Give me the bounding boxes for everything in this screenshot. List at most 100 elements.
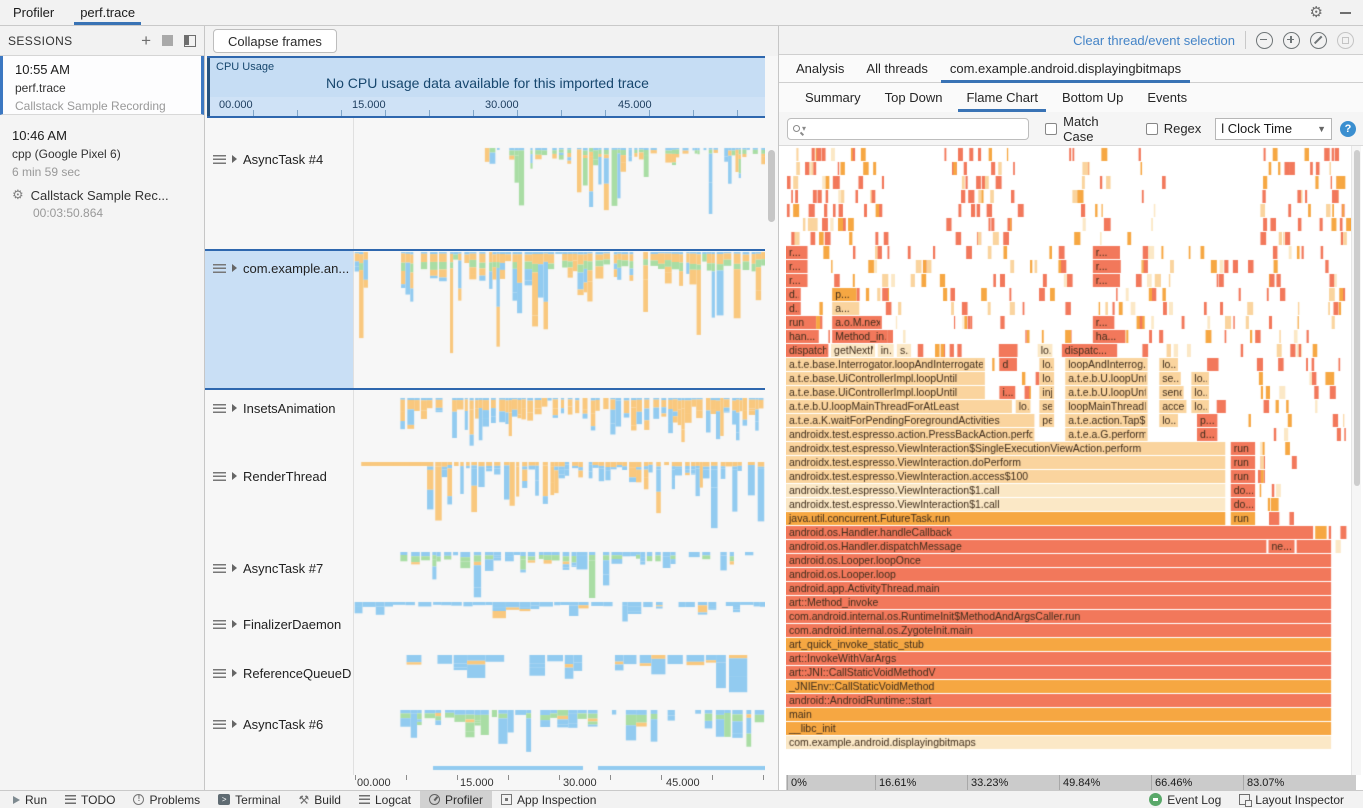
status-bar: Run TODO Problems Terminal Build Logcat … [0,790,1363,808]
expand-arrow-icon[interactable] [232,472,237,480]
expand-arrow-icon[interactable] [232,620,237,628]
drag-handle-icon[interactable] [213,620,226,629]
flame-percent-axis: 0% 16.61% 33.23% 49.84% 66.46% 83.07% [786,775,1356,790]
ruler-tick-label: 00.000 [219,99,253,111]
sessions-title: SESSIONS [8,34,73,48]
drag-handle-icon[interactable] [213,472,226,481]
statusbar-build[interactable]: Build [290,791,350,808]
collapse-frames-button[interactable]: Collapse frames [213,29,337,53]
clear-selection-link[interactable]: Clear thread/event selection [1073,33,1235,48]
subtab-bottom-up[interactable]: Bottom Up [1050,83,1135,112]
thread-row-asynctask7[interactable]: AsyncTask #7 [205,559,353,577]
expand-arrow-icon[interactable] [232,564,237,572]
tab-process[interactable]: com.example.android.displayingbitmaps [939,55,1192,82]
recording-label: Callstack Sample Rec... [31,188,169,203]
statusbar-run[interactable]: Run [4,791,56,808]
expand-arrow-icon[interactable] [232,720,237,728]
thread-row-insetsanimation[interactable]: InsetsAnimation [205,399,353,417]
statusbar-problems[interactable]: Problems [124,791,209,808]
drag-handle-icon[interactable] [213,669,226,678]
subtab-flame-chart[interactable]: Flame Chart [954,83,1050,112]
percent-tick-label: 66.46% [1155,777,1192,789]
drag-handle-icon[interactable] [213,264,226,273]
expand-arrow-icon[interactable] [232,404,237,412]
expand-arrow-icon[interactable] [232,264,237,272]
chevron-down-icon: ▼ [1317,124,1326,134]
statusbar-app-inspection[interactable]: App Inspection [492,791,605,808]
subtab-summary[interactable]: Summary [793,83,873,112]
terminal-icon [218,794,230,805]
clock-type-dropdown[interactable]: l Clock Time ▼ [1215,118,1332,140]
stop-session-icon[interactable] [162,35,173,46]
problems-icon [133,794,144,805]
percent-tick-label: 33.23% [971,777,1008,789]
thread-row-asynctask4[interactable]: AsyncTask #4 [205,150,353,168]
tab-analysis[interactable]: Analysis [785,55,855,82]
statusbar-event-log[interactable]: Event Log [1140,791,1230,808]
timeline-toolbar: Collapse frames [205,26,778,56]
drag-handle-icon[interactable] [213,404,226,413]
search-field[interactable]: ▾ [787,118,1029,140]
statusbar-logcat[interactable]: Logcat [350,791,420,808]
session-recording-item[interactable]: ⚙ Callstack Sample Rec... [12,188,204,203]
event-log-icon [1149,793,1162,806]
settings-gear-icon[interactable]: ⚙ [1310,5,1323,20]
statusbar-todo[interactable]: TODO [56,791,124,808]
statusbar-profiler[interactable]: Profiler [420,791,492,808]
recording-duration: 00:03:50.864 [33,206,204,220]
statusbar-terminal[interactable]: Terminal [209,791,289,808]
flame-scrollbar-thumb[interactable] [1354,150,1360,486]
axis-tick-label: 00.000 [357,777,391,789]
session-item[interactable]: 10:46 AM cpp (Google Pixel 6) 6 min 59 s… [0,116,204,221]
flame-scrollbar[interactable] [1351,146,1361,775]
flame-chart [779,146,1363,775]
match-case-checkbox[interactable] [1045,123,1057,135]
expand-arrow-icon[interactable] [232,155,237,163]
tab-perf-trace[interactable]: perf.trace [67,0,148,25]
selected-thread-border-bottom [205,388,765,390]
expand-arrow-icon[interactable] [232,669,237,677]
zoom-in-icon[interactable] [1283,32,1300,49]
drag-handle-icon[interactable] [213,155,226,164]
profiler-window: Profiler perf.trace ⚙ SESSIONS + 10:55 A… [0,0,1363,808]
zoom-out-icon[interactable] [1256,32,1273,49]
help-icon[interactable]: ? [1340,121,1356,137]
thread-row-finalizerdaemon[interactable]: FinalizerDaemon [205,615,353,633]
match-case-label: Match Case [1063,114,1132,144]
timeline-scrollbar-thumb[interactable] [768,150,775,222]
session-desc: 6 min 59 sec [12,165,204,179]
thread-row-main-selected[interactable]: com.example.an... [205,259,353,277]
search-input[interactable] [808,120,1023,138]
zoom-to-selection-icon[interactable] [1337,32,1354,49]
thread-row-asynctask6[interactable]: AsyncTask #6 [205,715,353,733]
cpu-usage-banner[interactable]: CPU Usage No CPU usage data available fo… [207,58,765,97]
percent-tick-label: 49.84% [1063,777,1100,789]
subtab-top-down[interactable]: Top Down [873,83,955,112]
build-icon [299,794,310,806]
search-options-caret-icon[interactable]: ▾ [802,125,806,133]
axis-tick-label: 15.000 [460,777,494,789]
time-ruler[interactable]: 00.000 15.000 30.000 45.000 [207,97,765,116]
selected-thread-border-top [205,249,765,251]
timeline-panel: Collapse frames CPU Usage No CPU usage d… [205,26,778,790]
reset-zoom-icon[interactable] [1310,32,1327,49]
session-item-selected[interactable]: 10:55 AM perf.trace Callstack Sample Rec… [0,56,204,115]
session-name: cpp (Google Pixel 6) [12,147,204,161]
statusbar-layout-inspector[interactable]: Layout Inspector [1230,791,1353,808]
subtab-events[interactable]: Events [1135,83,1199,112]
axis-tick-label: 45.000 [666,777,700,789]
tab-all-threads[interactable]: All threads [855,55,938,82]
thread-activity-canvas[interactable] [353,118,765,775]
collapse-panel-icon[interactable] [184,35,196,47]
thread-row-referencequeued[interactable]: ReferenceQueueD [205,664,353,682]
percent-tick-label: 16.61% [879,777,916,789]
flame-chart-canvas[interactable] [786,147,1352,774]
regex-checkbox[interactable] [1146,123,1158,135]
minimize-icon[interactable] [1340,12,1351,14]
thread-row-renderthread[interactable]: RenderThread [205,467,353,485]
analysis-toolbar: Clear thread/event selection [779,26,1363,55]
add-session-icon[interactable]: + [141,34,151,48]
tab-profiler[interactable]: Profiler [0,0,67,25]
drag-handle-icon[interactable] [213,564,226,573]
drag-handle-icon[interactable] [213,720,226,729]
